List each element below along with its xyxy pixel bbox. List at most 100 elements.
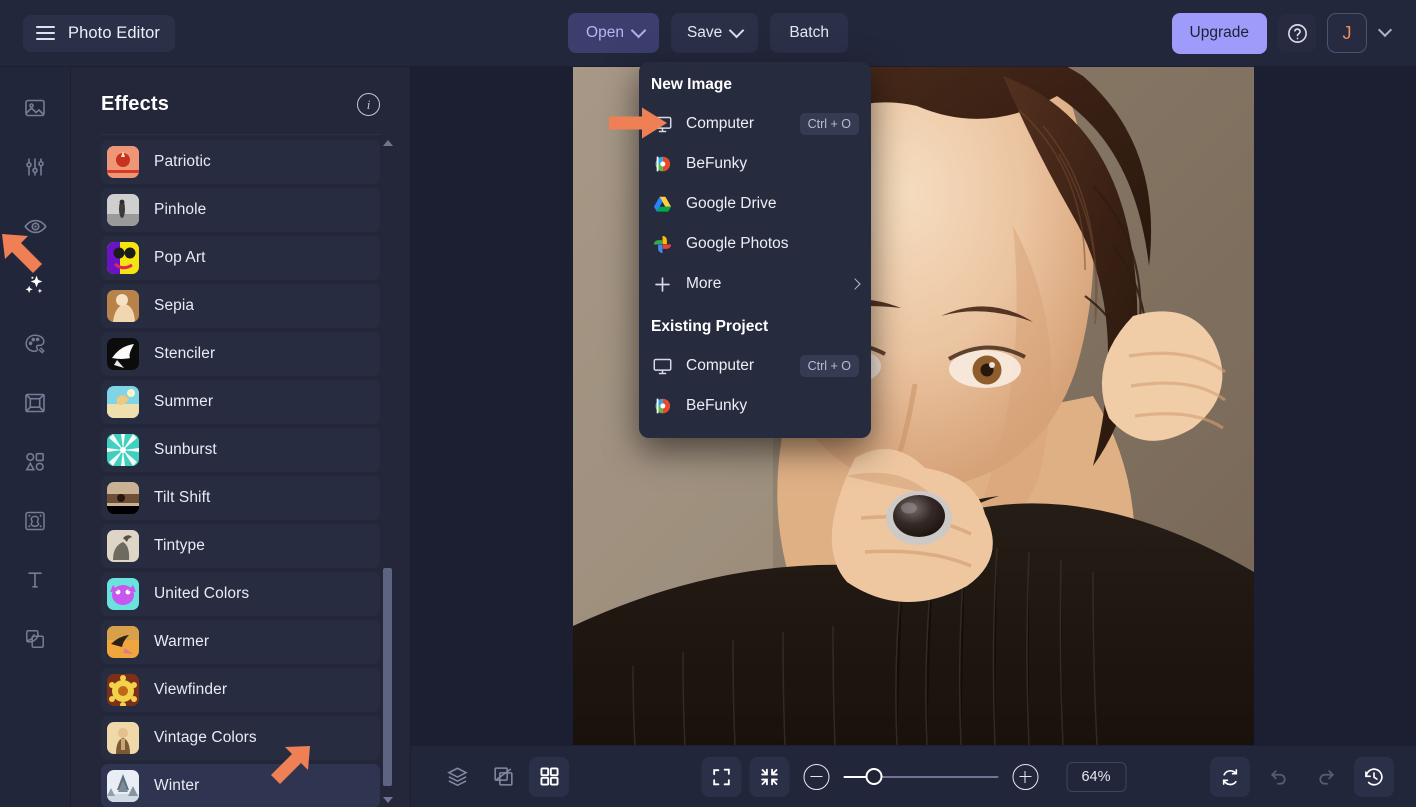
help-button[interactable]: [1278, 14, 1316, 52]
monitor-icon: [651, 113, 673, 135]
grid-icon: [539, 767, 559, 786]
zoom-level-value[interactable]: 64%: [1066, 761, 1126, 792]
shrink-to-fit-button[interactable]: [749, 756, 789, 797]
befunky-icon: [655, 398, 670, 414]
menu-item-befunky[interactable]: BeFunky: [639, 386, 871, 426]
open-button[interactable]: Open: [568, 13, 659, 53]
menu-item-computer[interactable]: Computer Ctrl + O: [639, 346, 871, 386]
rail-item-artsy[interactable]: [16, 325, 54, 363]
effect-item-vintage-colors[interactable]: Vintage Colors: [101, 716, 380, 760]
rail-item-text[interactable]: [16, 561, 54, 599]
effect-item-warmer[interactable]: Warmer: [101, 620, 380, 664]
app-header: Photo Editor Open Save Batch Upgrade J: [0, 0, 1416, 67]
keyboard-shortcut: Ctrl + O: [799, 113, 859, 135]
fit-to-screen-button[interactable]: [701, 756, 741, 797]
layers-panel-button[interactable]: [437, 757, 477, 797]
zoom-slider-handle[interactable]: [865, 768, 882, 785]
effect-item-summer[interactable]: Summer: [101, 380, 380, 424]
effects-panel: Effects i Patriotic Pinhole Pop Art Sepia St…: [71, 67, 411, 807]
plus-icon: [651, 273, 673, 295]
effect-item-united-colors[interactable]: United Colors: [101, 572, 380, 616]
menu-item-label: Google Drive: [686, 195, 777, 212]
effect-item-tintype[interactable]: Tintype: [101, 524, 380, 568]
menu-item-google-photos[interactable]: Google Photos: [639, 224, 871, 264]
refresh-icon: [1222, 768, 1238, 785]
rail-item-effects[interactable]: [16, 266, 54, 304]
zoom-slider[interactable]: [843, 767, 998, 787]
history-button[interactable]: [1354, 756, 1394, 797]
hamburger-icon: [36, 26, 55, 40]
history-controls: [1210, 756, 1394, 797]
redo-button[interactable]: [1306, 757, 1346, 797]
rail-item-overlays[interactable]: [16, 620, 54, 658]
menu-item-befunky[interactable]: BeFunky: [639, 144, 871, 184]
monitor-icon: [653, 358, 671, 374]
effect-label: Vintage Colors: [154, 729, 257, 746]
rail-item-retouch[interactable]: [16, 207, 54, 245]
app-menu-button[interactable]: Photo Editor: [23, 14, 176, 52]
reset-button[interactable]: [1210, 756, 1250, 797]
eye-icon: [23, 219, 47, 233]
effect-item-sunburst[interactable]: Sunburst: [101, 428, 380, 472]
effect-item-patriotic[interactable]: Patriotic: [101, 140, 380, 184]
effect-item-winter[interactable]: Winter: [101, 764, 380, 807]
effect-item-pop-art[interactable]: Pop Art: [101, 236, 380, 280]
expand-frame-icon: [712, 768, 730, 785]
effect-item-pinhole[interactable]: Pinhole: [101, 188, 380, 232]
canvas-area[interactable]: [411, 67, 1416, 745]
scroll-down-button[interactable]: [382, 795, 393, 805]
effect-thumbnail: [107, 722, 139, 754]
image-icon: [25, 99, 45, 117]
avatar[interactable]: J: [1327, 13, 1367, 53]
effect-label: Patriotic: [154, 153, 211, 170]
effects-list[interactable]: Patriotic Pinhole Pop Art Sepia Stenciler Sum…: [101, 134, 380, 807]
keyboard-shortcut: Ctrl + O: [799, 355, 859, 377]
menu-section-new-image: New Image: [651, 76, 732, 93]
effect-thumbnail: [107, 434, 139, 466]
rail-item-adjust[interactable]: [16, 148, 54, 186]
undo-button[interactable]: [1258, 757, 1298, 797]
effects-scrollbar[interactable]: [382, 138, 393, 805]
upgrade-button[interactable]: Upgrade: [1171, 12, 1267, 54]
effect-item-tilt-shift[interactable]: Tilt Shift: [101, 476, 380, 520]
zoom-in-button[interactable]: [1012, 763, 1038, 790]
sliders-icon: [26, 158, 44, 176]
scrollbar-thumb[interactable]: [383, 568, 392, 786]
menu-item-label: BeFunky: [686, 155, 748, 172]
effect-thumbnail: [107, 338, 139, 370]
save-button[interactable]: Save: [670, 13, 759, 53]
effect-thumbnail: [107, 674, 139, 706]
effect-thumbnail: [107, 482, 139, 514]
effect-item-sepia[interactable]: Sepia: [101, 284, 380, 328]
google-photos-icon: [653, 235, 671, 253]
zoom-out-button[interactable]: [803, 763, 829, 790]
open-dropdown-menu[interactable]: New Image Computer Ctrl + O BeFunky Google …: [639, 62, 871, 438]
menu-item-more[interactable]: More: [639, 264, 871, 304]
effect-item-viewfinder[interactable]: Viewfinder: [101, 668, 380, 712]
info-icon[interactable]: i: [357, 93, 380, 116]
rail-item-image[interactable]: [16, 89, 54, 127]
texture-icon: [25, 511, 45, 531]
menu-item-google-drive[interactable]: Google Drive: [639, 184, 871, 224]
effect-item-stenciler[interactable]: Stenciler: [101, 332, 380, 376]
rail-item-textures[interactable]: [16, 502, 54, 540]
menu-item-computer[interactable]: Computer Ctrl + O: [639, 104, 871, 144]
google-drive-icon: [651, 193, 673, 215]
menu-item-label: BeFunky: [686, 397, 748, 414]
scroll-up-button[interactable]: [382, 138, 393, 148]
account-chevron-down-icon[interactable]: [1377, 22, 1393, 38]
grid-view-button[interactable]: [529, 756, 569, 797]
rail-item-graphics[interactable]: [16, 443, 54, 481]
rail-item-frames[interactable]: [16, 384, 54, 422]
effect-label: Viewfinder: [154, 681, 228, 698]
undo-icon: [1270, 770, 1286, 785]
batch-button[interactable]: Batch: [770, 13, 848, 53]
plus-icon: [654, 276, 670, 292]
effect-thumbnail: [107, 242, 139, 274]
transform-button[interactable]: [483, 757, 523, 797]
zoom-controls: 64%: [701, 756, 1126, 797]
palette-icon: [25, 334, 45, 354]
effect-label: Tilt Shift: [154, 489, 211, 506]
layers-icon: [26, 630, 44, 648]
effects-panel-header: Effects i: [71, 67, 410, 134]
